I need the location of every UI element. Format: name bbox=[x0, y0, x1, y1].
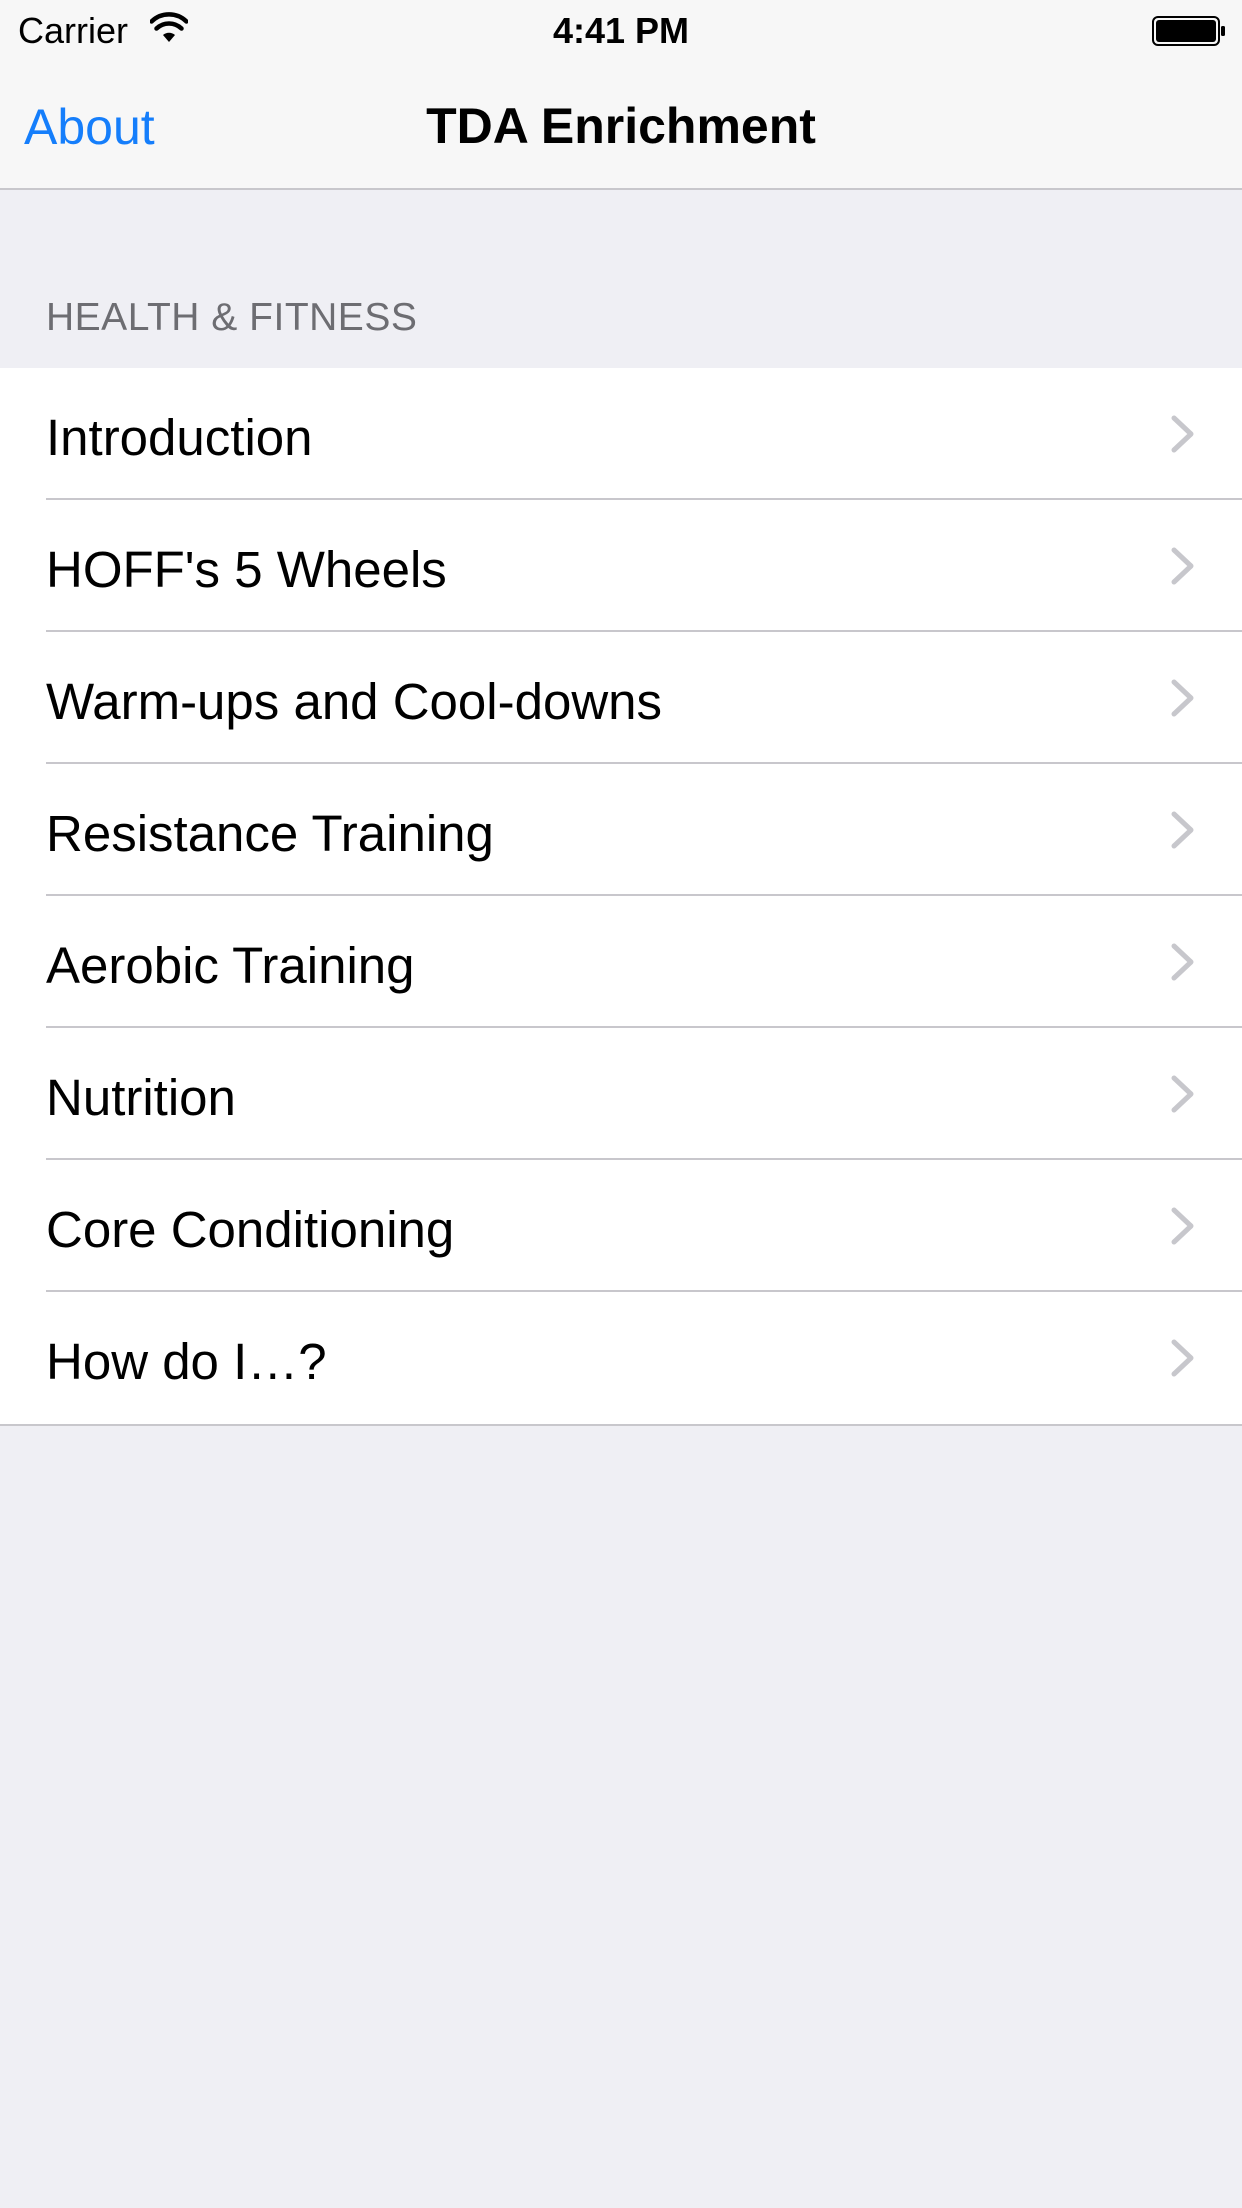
list-item-label: Introduction bbox=[46, 409, 313, 466]
header: Carrier 4:41 PM About TDA Enrichment bbox=[0, 0, 1242, 190]
list-item-label: How do I…? bbox=[46, 1333, 327, 1390]
list-item-label: Resistance Training bbox=[46, 805, 494, 862]
list-item-core-conditioning[interactable]: Core Conditioning bbox=[0, 1160, 1242, 1292]
status-bar: Carrier 4:41 PM bbox=[0, 0, 1242, 62]
list-item-label: Warm-ups and Cool-downs bbox=[46, 673, 663, 730]
list-item-warm-ups[interactable]: Warm-ups and Cool-downs bbox=[0, 632, 1242, 764]
chevron-right-icon bbox=[1171, 1075, 1194, 1113]
list-item-label: Aerobic Training bbox=[46, 937, 415, 994]
list-item-label: HOFF's 5 Wheels bbox=[46, 541, 447, 598]
list-item-label: Nutrition bbox=[46, 1069, 236, 1126]
chevron-right-icon bbox=[1171, 547, 1194, 585]
list-item-how-do-i[interactable]: How do I…? bbox=[0, 1292, 1242, 1424]
list-item-resistance-training[interactable]: Resistance Training bbox=[0, 764, 1242, 896]
list-item-label: Core Conditioning bbox=[46, 1201, 455, 1258]
status-time: 4:41 PM bbox=[552, 10, 690, 51]
page-title: TDA Enrichment bbox=[426, 98, 816, 154]
list-item-hoffs-5-wheels[interactable]: HOFF's 5 Wheels bbox=[0, 500, 1242, 632]
list-item-introduction[interactable]: Introduction bbox=[0, 368, 1242, 500]
list-item-nutrition[interactable]: Nutrition bbox=[0, 1028, 1242, 1160]
battery-icon bbox=[1152, 16, 1225, 46]
list-item-aerobic-training[interactable]: Aerobic Training bbox=[0, 896, 1242, 1028]
navigation-bar: About TDA Enrichment bbox=[0, 62, 1242, 188]
chevron-right-icon bbox=[1171, 811, 1194, 849]
chevron-right-icon bbox=[1171, 1207, 1194, 1245]
menu-table: Introduction HOFF's 5 Wheels Warm-ups an… bbox=[0, 368, 1242, 1426]
chevron-right-icon bbox=[1171, 679, 1194, 717]
section-header: HEALTH & FITNESS bbox=[46, 296, 418, 339]
chevron-right-icon bbox=[1171, 415, 1194, 453]
chevron-right-icon bbox=[1171, 1339, 1194, 1377]
chevron-right-icon bbox=[1171, 943, 1194, 981]
